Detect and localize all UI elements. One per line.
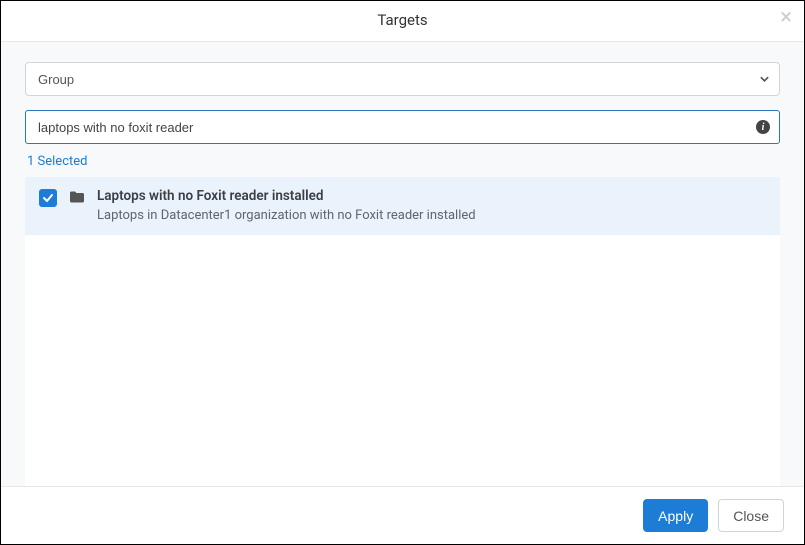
search-input[interactable] <box>25 110 780 144</box>
group-select-wrapper: Group <box>25 62 780 96</box>
apply-button[interactable]: Apply <box>643 499 708 532</box>
list-item[interactable]: Laptops with no Foxit reader installed L… <box>25 177 780 235</box>
list-item-title: Laptops with no Foxit reader installed <box>97 187 766 206</box>
folder-icon <box>69 189 85 208</box>
group-select[interactable]: Group <box>25 62 780 96</box>
modal-title: Targets <box>1 11 804 29</box>
close-button[interactable]: Close <box>718 499 784 532</box>
selected-count[interactable]: 1 Selected <box>25 154 780 169</box>
targets-modal: Targets × Group i 1 Selected <box>0 0 805 545</box>
list-item-text: Laptops with no Foxit reader installed L… <box>97 187 766 225</box>
modal-header: Targets × <box>1 1 804 42</box>
modal-body: Group i 1 Selected Laptops with no Foxit… <box>1 42 804 486</box>
search-row: i <box>25 110 780 144</box>
checkbox[interactable] <box>39 189 57 207</box>
modal-footer: Apply Close <box>1 486 804 544</box>
info-icon[interactable]: i <box>756 120 770 134</box>
close-icon[interactable]: × <box>780 7 792 29</box>
list-item-desc: Laptops in Datacenter1 organization with… <box>97 207 766 225</box>
results-list: Laptops with no Foxit reader installed L… <box>25 177 780 486</box>
